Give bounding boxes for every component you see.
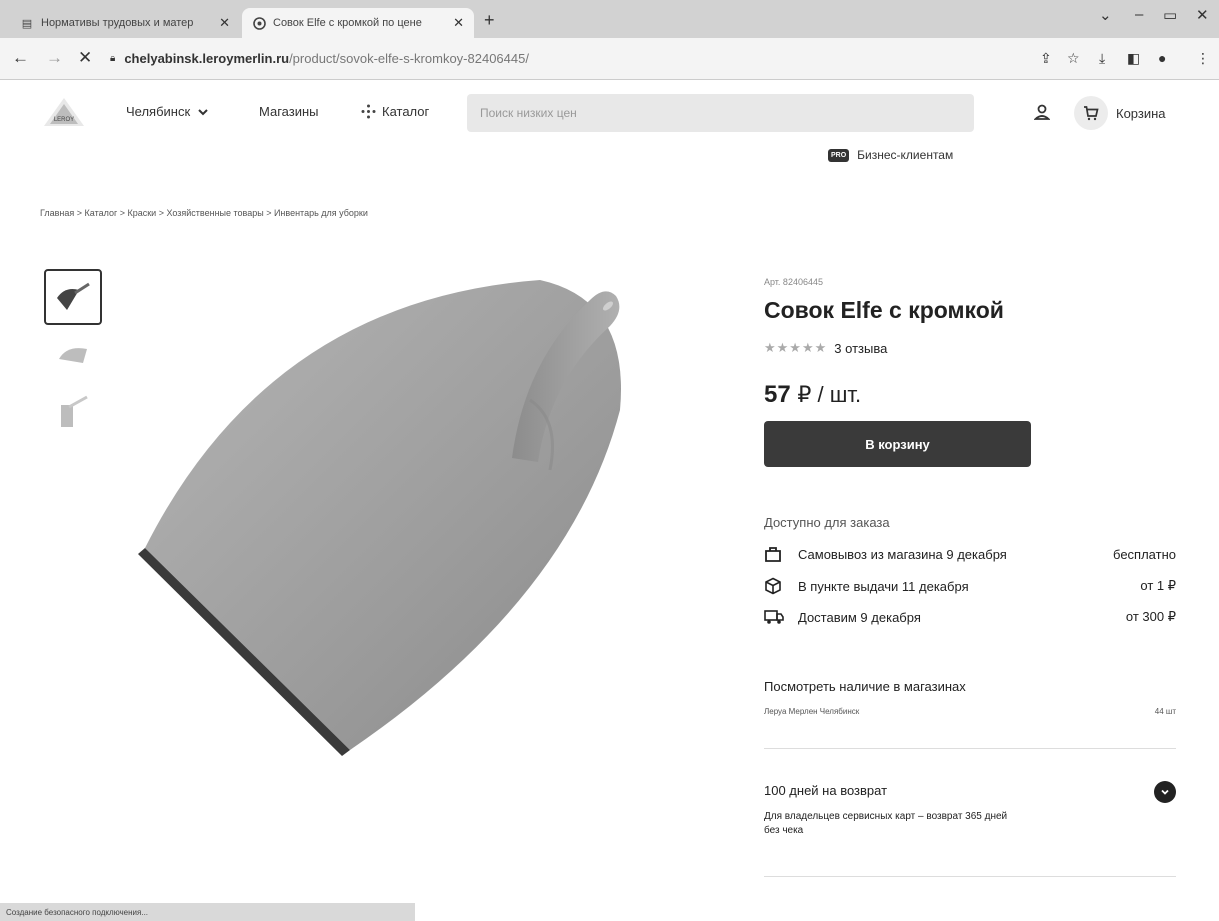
lock-icon: 🔒︎ xyxy=(110,52,116,64)
delivery-option-pickup-point[interactable]: В пункте выдачи 11 декабря от 1 ₽ xyxy=(764,577,1176,595)
cart-button[interactable]: Корзина xyxy=(1074,96,1166,130)
business-clients-link[interactable]: PRO Бизнес-клиентам xyxy=(828,148,953,162)
delivery-price: бесплатно xyxy=(1113,546,1176,562)
close-tab-icon[interactable]: ✕ xyxy=(219,15,230,31)
new-tab-icon[interactable]: + xyxy=(484,10,495,31)
catalog-icon xyxy=(361,104,376,119)
delivery-option-pickup[interactable]: Самовывоз из магазина 9 декабря бесплатн… xyxy=(764,545,1176,563)
browser-tab-2[interactable]: Совок Elfe с кромкой по цене ✕ xyxy=(242,8,474,38)
tab-title: Совок Elfe с кромкой по цене xyxy=(273,17,422,29)
rating-stars-icon: ★★★★★ xyxy=(764,340,828,355)
delivery-price: от 300 ₽ xyxy=(1125,609,1176,624)
truck-icon xyxy=(764,609,786,625)
menu-kebab-icon[interactable]: ⋮ xyxy=(1196,50,1210,67)
price-value: 57 xyxy=(764,381,791,408)
bag-icon xyxy=(764,545,786,563)
browser-tab-bar: ▤ Нормативы трудовых и матер ✕ Совок Elf… xyxy=(0,0,1219,38)
delivery-label: В пункте выдачи 11 декабря xyxy=(798,578,969,594)
product-price: 57 ₽ / шт. xyxy=(764,381,861,409)
url-field[interactable]: 🔒︎ chelyabinsk.leroymerlin.ru /product/s… xyxy=(110,44,1030,72)
dustpan-thumbnail-icon xyxy=(59,348,87,363)
svg-text:LEROY: LEROY xyxy=(54,117,74,123)
back-icon[interactable]: ← xyxy=(12,48,29,68)
close-tab-icon[interactable]: ✕ xyxy=(453,15,464,31)
search-input[interactable]: Поиск низких цен xyxy=(467,94,974,132)
catalog-button[interactable]: Каталог xyxy=(361,104,429,119)
share-icon[interactable]: ⇪ xyxy=(1040,50,1052,67)
minimize-icon[interactable]: – xyxy=(1135,6,1143,23)
stores-link[interactable]: Магазины xyxy=(259,104,319,119)
breadcrumb[interactable]: Главная > Каталог > Краски > Хозяйственн… xyxy=(40,208,368,218)
article-number: Арт. 82406445 xyxy=(764,277,823,287)
returns-text: Для владельцев сервисных карт – возврат … xyxy=(764,811,1008,836)
product-title: Совок Elfe с кромкой xyxy=(764,297,1004,323)
price-unit: ₽ / шт. xyxy=(797,382,862,407)
cart-icon xyxy=(1074,96,1108,130)
product-rating[interactable]: ★★★★★ 3 отзыва xyxy=(764,340,887,356)
user-icon[interactable] xyxy=(1034,104,1050,120)
dustpan-thumbnail-icon xyxy=(57,282,90,310)
document-icon: ▤ xyxy=(21,17,33,30)
availability-heading: Доступно для заказа xyxy=(764,515,890,530)
returns-heading: 100 дней на возврат xyxy=(764,783,888,798)
chevron-down-icon xyxy=(1161,789,1169,795)
box-icon xyxy=(764,577,786,595)
expand-returns-button[interactable] xyxy=(1154,781,1176,803)
divider xyxy=(764,748,1176,749)
city-selector[interactable]: Челябинск xyxy=(126,104,209,119)
browser-address-bar: ← → ✕ 🔒︎ chelyabinsk.leroymerlin.ru /pro… xyxy=(0,38,1219,80)
stores-label: Магазины xyxy=(259,104,319,119)
bookmark-star-icon[interactable]: ☆ xyxy=(1067,50,1080,67)
browser-status-bar: Создание безопасного подключения... xyxy=(0,903,415,921)
profile-icon[interactable]: ● xyxy=(1158,50,1166,66)
business-label: Бизнес-клиентам xyxy=(857,148,954,162)
store-quantity: 44 шт xyxy=(1154,707,1176,716)
close-window-icon[interactable]: ✕ xyxy=(1196,6,1209,24)
store-availability-row: Леруа Мерлен Челябинск 44 шт xyxy=(764,707,1176,716)
tab-title: Нормативы трудовых и матер xyxy=(41,17,194,29)
chevron-down-icon xyxy=(198,108,208,115)
forward-icon[interactable]: → xyxy=(46,48,63,68)
gallery-thumbnail-3[interactable] xyxy=(44,383,102,439)
delivery-label: Доставим 9 декабря xyxy=(798,609,921,625)
divider xyxy=(764,876,1176,877)
site-favicon-icon xyxy=(252,16,266,30)
download-icon[interactable]: ⤓ xyxy=(1099,50,1105,67)
store-name: Леруа Мерлен Челябинск xyxy=(764,707,860,716)
delivery-price: от 1 ₽ xyxy=(1140,578,1176,593)
leroy-merlin-logo[interactable]: LEROY xyxy=(42,96,86,132)
side-panel-icon[interactable]: ◧ xyxy=(1127,50,1140,67)
gallery-thumbnail-2[interactable] xyxy=(44,326,102,382)
url-host: chelyabinsk.leroymerlin.ru xyxy=(124,50,290,66)
product-image[interactable] xyxy=(120,240,720,800)
maximize-icon[interactable]: ▭ xyxy=(1163,6,1177,24)
url-path: /product/sovok-elfe-s-kromkoy-82406445/ xyxy=(289,50,529,66)
add-to-cart-button[interactable]: В корзину xyxy=(764,421,1031,467)
cart-label: Корзина xyxy=(1116,105,1166,121)
tab-search-chevron-icon[interactable]: ⌄ xyxy=(1099,6,1112,24)
stop-loading-icon[interactable]: ✕ xyxy=(78,48,92,68)
dustpan-thumbnail-icon xyxy=(61,395,88,427)
search-placeholder: Поиск низких цен xyxy=(480,106,577,120)
reviews-count: 3 отзыва xyxy=(834,340,888,356)
pro-badge: PRO xyxy=(828,148,850,162)
gallery-thumbnail-1[interactable] xyxy=(44,269,102,325)
browser-tab-1[interactable]: ▤ Нормативы трудовых и матер ✕ xyxy=(10,8,240,38)
delivery-label: Самовывоз из магазина 9 декабря xyxy=(798,546,1007,562)
check-store-availability-link[interactable]: Посмотреть наличие в магазинах xyxy=(764,679,966,694)
catalog-label: Каталог xyxy=(382,104,430,119)
city-label: Челябинск xyxy=(126,104,191,119)
delivery-option-courier[interactable]: Доставим 9 декабря от 300 ₽ xyxy=(764,609,1176,625)
